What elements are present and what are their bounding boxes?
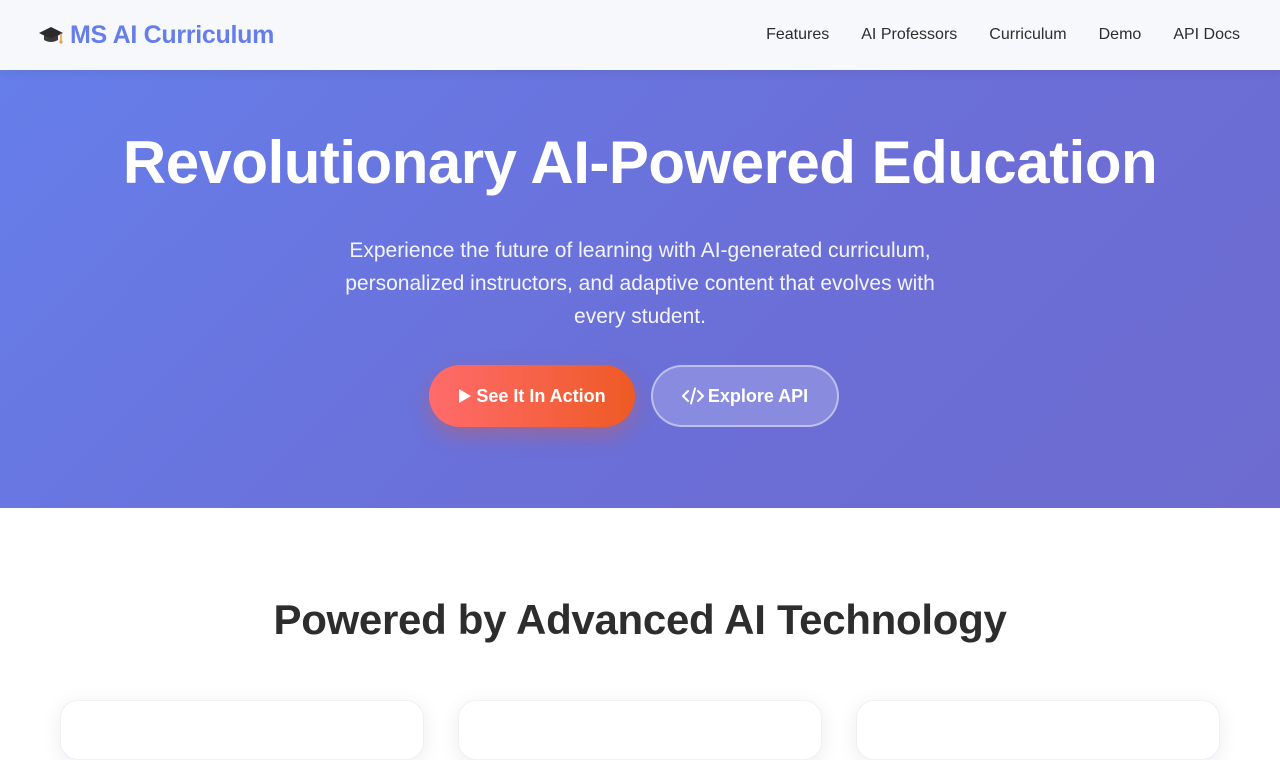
nav-link-features[interactable]: Features — [766, 26, 829, 44]
main-nav: Features AI Professors Curriculum Demo A… — [766, 26, 1240, 44]
see-it-in-action-button[interactable]: See It In Action — [429, 365, 635, 427]
feature-card — [856, 700, 1220, 760]
play-icon — [458, 388, 472, 404]
nav-link-api-docs[interactable]: API Docs — [1173, 26, 1240, 44]
code-icon — [681, 387, 704, 405]
hero-title: Revolutionary AI-Powered Education — [122, 129, 1158, 196]
hero-section: Revolutionary AI-Powered Education Exper… — [0, 70, 1280, 508]
brand-logo[interactable]: MS AI Curriculum — [38, 21, 274, 50]
hero-subtitle: Experience the future of learning with A… — [345, 239, 935, 328]
features-section-title: Powered by Advanced AI Technology — [273, 596, 1007, 643]
explore-api-button[interactable]: Explore API — [651, 365, 839, 427]
top-navbar: MS AI Curriculum Features AI Professors … — [0, 0, 1280, 70]
feature-card — [458, 700, 822, 760]
feature-card — [60, 700, 424, 760]
graduation-cap-icon — [38, 22, 64, 48]
brand-name: MS AI Curriculum — [70, 20, 275, 49]
nav-link-curriculum[interactable]: Curriculum — [989, 26, 1066, 44]
nav-link-ai-professors[interactable]: AI Professors — [861, 26, 957, 44]
see-it-in-action-label: See It In Action — [476, 385, 606, 406]
explore-api-label: Explore API — [707, 385, 809, 406]
nav-link-demo[interactable]: Demo — [1099, 26, 1142, 44]
hero-actions: See It In Action Explore API — [0, 365, 1280, 427]
